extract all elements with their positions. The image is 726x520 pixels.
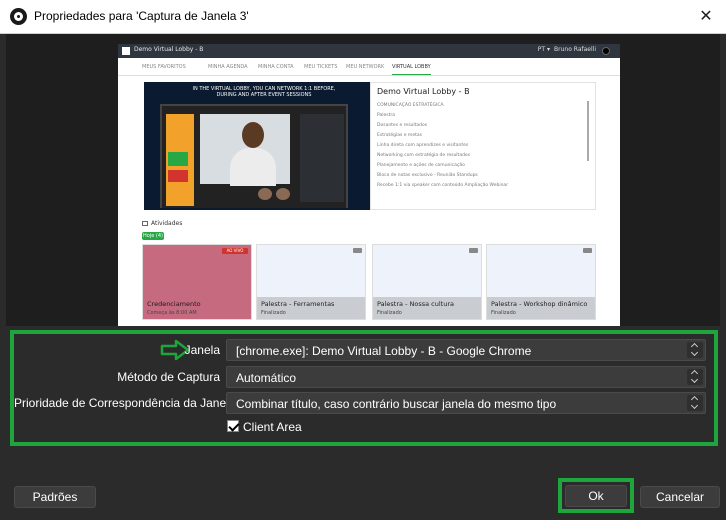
preview-person: [242, 122, 264, 148]
card-image: [257, 245, 365, 297]
preview-topbar: Demo Virtual Lobby - B PT ▾ Bruno Rafael…: [118, 44, 620, 58]
preview-nav-item: MINHA CONTA: [258, 64, 294, 70]
card-subtitle: Finalizado: [261, 310, 286, 316]
card-subtitle: Começa às 8:00 AM: [147, 310, 197, 316]
preview-nav-item: MEU NETWORK: [346, 64, 385, 70]
preview-card: AO VIVO Credenciamento Começa às 8:00 AM: [142, 244, 252, 320]
preview-card: Palestra - Ferramentas Finalizado: [256, 244, 366, 320]
preview-activities-label: Atividades: [151, 220, 183, 227]
card-title: Palestra - Ferramentas: [261, 300, 335, 308]
spinner-icon[interactable]: [687, 342, 703, 358]
card-title: Palestra - Nossa cultura: [377, 300, 454, 308]
preview-logo-icon: [122, 47, 130, 55]
preview-brand: Demo Virtual Lobby - B: [134, 46, 204, 53]
preview-panel-list: COMUNICAÇÃO ESTRATÉGICA Palestra Dosante…: [377, 101, 587, 191]
preview-sidebar-block: [168, 152, 188, 166]
list-item: COMUNICAÇÃO ESTRATÉGICA: [377, 103, 444, 108]
preview-user: Bruno Rafaelli: [554, 46, 596, 53]
live-badge: AO VIVO: [222, 248, 248, 254]
close-button[interactable]: ✕: [686, 0, 726, 34]
window-select[interactable]: [chrome.exe]: Demo Virtual Lobby - B - G…: [226, 339, 706, 361]
list-item: Recebe 1:1 via speaker com conteúdo Ampl…: [377, 183, 509, 188]
preview-today-badge: Hoje (4): [142, 232, 164, 240]
match-priority-select[interactable]: Combinar título, caso contrário buscar j…: [226, 392, 706, 414]
spinner-icon[interactable]: [687, 369, 703, 385]
match-priority-value: Combinar título, caso contrário buscar j…: [236, 397, 557, 411]
window-label: Janela: [184, 343, 220, 357]
title-bar: Propriedades para 'Captura de Janela 3' …: [0, 0, 726, 34]
list-item: Palestra: [377, 113, 396, 118]
properties-dialog: Propriedades para 'Captura de Janela 3' …: [0, 0, 726, 520]
preview-participant: [276, 188, 290, 200]
preview-card: Palestra - Nossa cultura Finalizado: [372, 244, 482, 320]
preview-panel: Demo Virtual Lobby - B COMUNICAÇÃO ESTRA…: [370, 82, 596, 210]
window-select-value: [chrome.exe]: Demo Virtual Lobby - B - G…: [236, 344, 532, 358]
preview-avatar: [602, 47, 610, 55]
capture-method-select[interactable]: Automático: [226, 366, 706, 388]
preview-language: PT ▾: [537, 46, 550, 53]
preview-nav-item-active: VIRTUAL LOBBY: [392, 64, 431, 75]
list-item: Dosantes e resultados: [377, 123, 428, 128]
list-item: Networking com estratégia de resultados: [377, 153, 471, 158]
preview-card: Palestra - Workshop dinâmico Finalizado: [486, 244, 596, 320]
card-subtitle: Finalizado: [377, 310, 402, 316]
preview-nav-item: MINHA AGENDA: [208, 64, 248, 70]
client-area-checkbox[interactable]: [227, 420, 239, 432]
card-subtitle: Finalizado: [491, 310, 516, 316]
card-image: [373, 245, 481, 297]
list-item: Estratégias e metas: [377, 133, 422, 138]
spinner-icon[interactable]: [687, 395, 703, 411]
cancel-button[interactable]: Cancelar: [640, 486, 720, 508]
preview-activities: Atividades: [142, 220, 182, 227]
preview-nav: MEUS FAVORITOS MINHA AGENDA MINHA CONTA …: [118, 58, 620, 76]
card-title: Palestra - Workshop dinâmico: [491, 300, 588, 308]
preview-panel-title: Demo Virtual Lobby - B: [377, 87, 470, 96]
list-item: Bloco de notas exclusivo - Reunião Stand…: [377, 173, 478, 178]
preview-scrollbar: [587, 101, 589, 161]
video-icon: [353, 248, 362, 253]
ok-button[interactable]: Ok: [565, 485, 627, 507]
preview-chat-panel: [300, 114, 344, 202]
window-title: Propriedades para 'Captura de Janela 3': [34, 9, 249, 23]
list-item: Linha direta com aprendizes e visitantes: [377, 143, 469, 148]
obs-logo-icon: [10, 8, 27, 25]
preview-laptop-image: [160, 104, 348, 208]
client-area-label[interactable]: Client Area: [243, 420, 302, 434]
preview-person: [230, 148, 276, 186]
preview-video-headline: IN THE VIRTUAL LOBBY, YOU CAN NETWORK 1:…: [192, 86, 336, 98]
video-icon: [469, 248, 478, 253]
match-priority-label: Prioridade de Correspondência da Janela: [14, 396, 236, 410]
preview-sidebar-block: [168, 170, 188, 182]
capture-method-value: Automático: [236, 371, 297, 385]
preview-nav-item: MEUS FAVORITOS: [142, 64, 186, 70]
preview-participant: [258, 188, 272, 200]
card-image: [487, 245, 595, 297]
card-title: Credenciamento: [147, 300, 201, 308]
video-icon: [583, 248, 592, 253]
preview-webpage: Demo Virtual Lobby - B PT ▾ Bruno Rafael…: [118, 44, 620, 326]
capture-method-label: Método de Captura: [117, 370, 220, 384]
preview-nav-item: MEU TICKETS: [304, 64, 338, 70]
list-item: Planejamento e ações de comunicação: [377, 163, 465, 168]
calendar-icon: [142, 221, 148, 226]
defaults-button[interactable]: Padrões: [14, 486, 96, 508]
capture-preview: Demo Virtual Lobby - B PT ▾ Bruno Rafael…: [6, 34, 720, 326]
preview-video: IN THE VIRTUAL LOBBY, YOU CAN NETWORK 1:…: [144, 82, 370, 210]
